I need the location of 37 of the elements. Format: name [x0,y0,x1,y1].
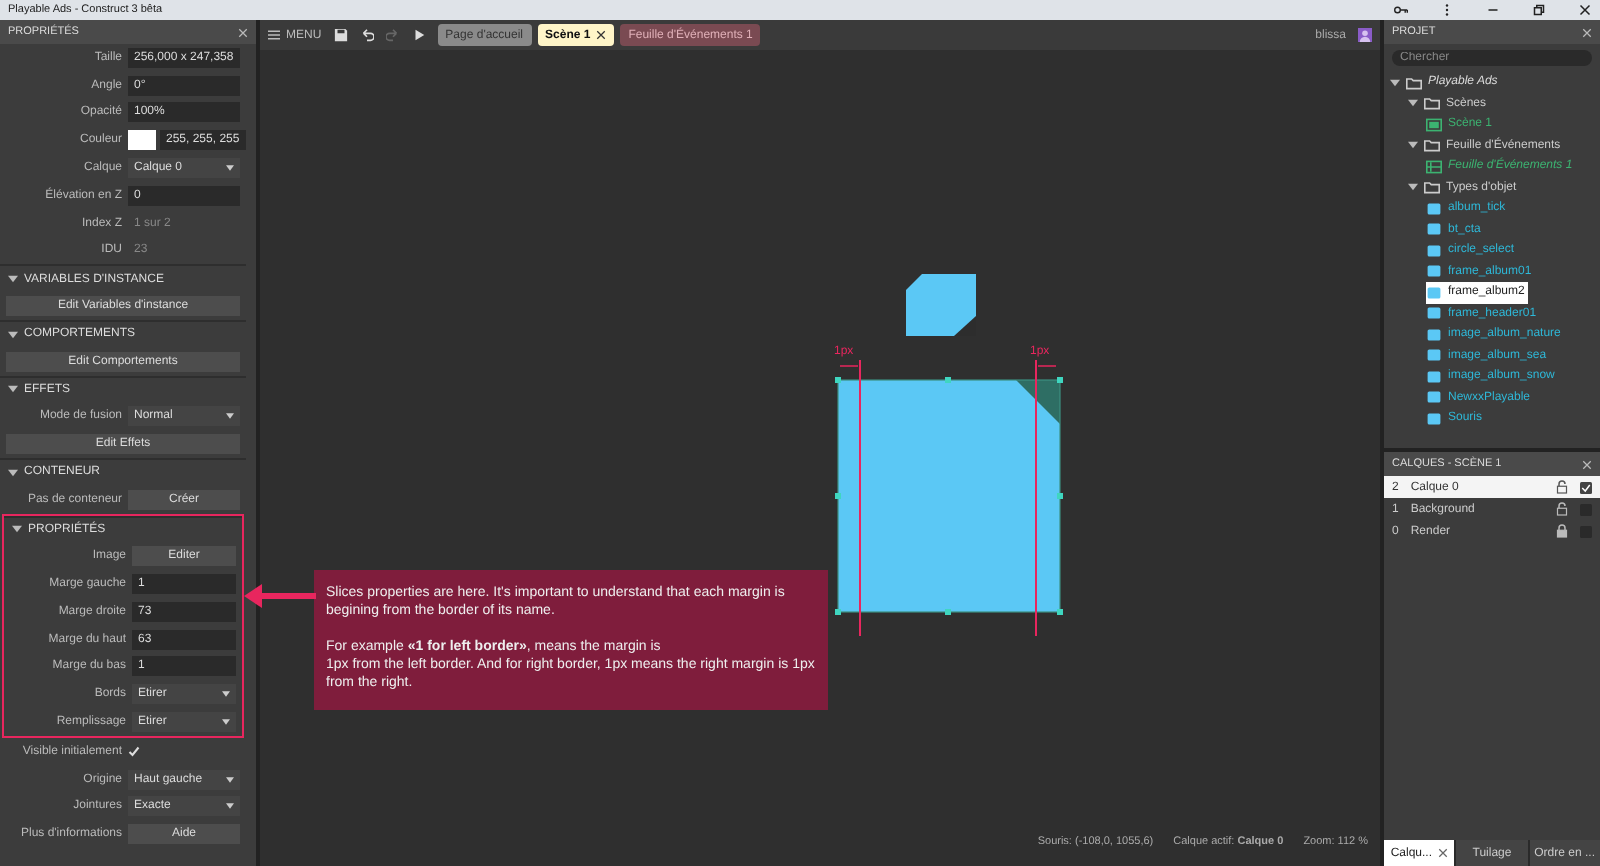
save-icon[interactable] [333,28,348,42]
checkbox[interactable] [128,745,140,758]
expand-icon[interactable] [1390,77,1400,88]
play-icon[interactable] [411,28,426,42]
caret-icon[interactable] [8,274,18,285]
caret-icon[interactable] [226,802,234,811]
avatar-icon[interactable] [1358,28,1372,42]
caret-icon[interactable] [226,775,234,784]
expand-icon[interactable] [1408,182,1418,193]
sprite-drawing [906,274,976,336]
caret-icon[interactable] [8,329,18,340]
caret-icon[interactable] [226,164,234,173]
layout-icon [1426,117,1442,132]
key-icon[interactable] [1394,4,1408,16]
folder-icon [1424,138,1440,153]
caret-icon[interactable] [222,718,230,727]
lock-icon[interactable] [1556,480,1568,494]
undo-icon[interactable] [359,28,374,42]
color-swatch[interactable] [128,130,156,151]
menu-icon[interactable] [268,30,280,40]
minimize-icon[interactable] [1486,4,1500,16]
close-icon[interactable] [1578,4,1592,16]
more-icon[interactable] [1440,4,1454,16]
caret-icon[interactable] [226,412,234,421]
lock-icon[interactable] [1556,502,1568,516]
expand-icon[interactable] [1408,98,1418,109]
expand-icon[interactable] [1408,140,1418,151]
event-sheet-icon [1426,159,1442,174]
close-icon[interactable] [596,30,607,40]
close-icon[interactable] [1438,848,1448,858]
restore-icon[interactable] [1532,4,1546,16]
caret-icon[interactable] [8,467,18,478]
folder-icon [1424,180,1440,195]
lock-icon[interactable] [1556,524,1568,538]
caret-icon[interactable] [222,690,230,699]
caret-icon[interactable] [12,524,22,535]
caret-icon[interactable] [8,384,18,395]
